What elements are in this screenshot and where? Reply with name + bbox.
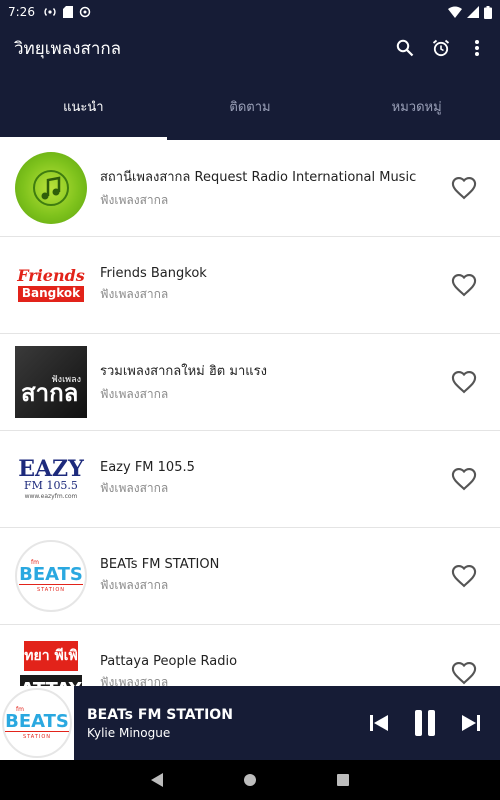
sd-card-icon (62, 6, 73, 18)
status-bar: 7:26 (0, 0, 500, 24)
station-row[interactable]: ฟังเพลง สากล รวมเพลงสากลใหม่ ฮิต มาแรง ฟ… (0, 334, 500, 431)
station-row[interactable]: Friends Bangkok Friends Bangkok ฟังเพลงส… (0, 237, 500, 334)
station-category: ฟังเพลงสากล (100, 578, 169, 592)
station-category: ฟังเพลงสากล (100, 287, 169, 301)
sync-icon (79, 6, 91, 18)
battery-icon (484, 5, 492, 19)
station-row[interactable]: ทยา พีเพิ ATTAY Pattaya People Radio ฟัง… (0, 625, 500, 686)
heart-outline-icon[interactable] (450, 659, 478, 686)
tab-recommended[interactable]: แนะนำ (0, 72, 167, 140)
wifi-icon (448, 6, 462, 18)
tab-bar: แนะนำ ติดตาม หมวดหมู่ (0, 72, 500, 140)
home-icon[interactable] (240, 770, 260, 790)
logo-text: BEATS (5, 711, 69, 732)
system-nav-bar (0, 760, 500, 800)
station-name: Eazy FM 105.5 (100, 460, 195, 475)
tab-following[interactable]: ติดตาม (167, 72, 334, 140)
more-vert-icon[interactable] (466, 37, 488, 59)
station-list: สถานีเพลงสากล Request Radio Internationa… (0, 140, 500, 686)
station-row[interactable]: สถานีเพลงสากล Request Radio Internationa… (0, 140, 500, 237)
back-icon[interactable] (147, 770, 167, 790)
station-category: ฟังเพลงสากล (100, 193, 169, 207)
logo-text: BEATS (19, 564, 83, 585)
pause-icon[interactable] (412, 710, 438, 736)
heart-outline-icon[interactable] (450, 271, 478, 299)
station-logo: ทยา พีเพิ ATTAY (15, 637, 87, 686)
station-name: สถานีเพลงสากล Request Radio Internationa… (100, 170, 417, 185)
station-category: ฟังเพลงสากล (100, 481, 169, 495)
station-category: ฟังเพลงสากล (100, 675, 169, 686)
station-logo: EAZY FM 105.5 www.eazyfm.com (15, 443, 87, 515)
app-bar: วิทยุเพลงสากล (0, 24, 500, 72)
recents-icon[interactable] (333, 770, 353, 790)
search-icon[interactable] (394, 37, 416, 59)
heart-outline-icon[interactable] (450, 368, 478, 396)
tab-categories[interactable]: หมวดหมู่ (333, 72, 500, 140)
logo-text: EAZY (18, 456, 84, 483)
logo-text: FM 105.5 (24, 479, 78, 493)
heart-outline-icon[interactable] (450, 174, 478, 202)
station-row[interactable]: EAZY FM 105.5 www.eazyfm.com Eazy FM 105… (0, 431, 500, 528)
logo-text: ATTAY (20, 675, 82, 686)
skip-next-icon[interactable] (458, 710, 484, 736)
radio-broadcast-icon (44, 8, 56, 16)
station-category: ฟังเพลงสากล (100, 387, 169, 401)
now-playing-logo: fm BEATS STATION (0, 686, 74, 760)
now-playing-title: BEATs FM STATION (87, 706, 233, 723)
station-logo: ฟังเพลง สากล (15, 346, 87, 418)
station-name: Friends Bangkok (100, 266, 207, 281)
logo-text: STATION (36, 587, 66, 593)
status-time: 7:26 (8, 5, 35, 19)
station-name: รวมเพลงสากลใหม่ ฮิต มาแรง (100, 364, 267, 379)
signal-icon (467, 6, 479, 18)
logo-text: สากล (21, 379, 79, 407)
heart-outline-icon[interactable] (450, 562, 478, 590)
now-playing-artist: Kylie Minogue (87, 725, 171, 740)
station-name: BEATs FM STATION (100, 557, 220, 572)
station-logo: fm BEATS STATION (15, 540, 87, 612)
app-title: วิทยุเพลงสากล (14, 38, 122, 59)
now-playing-bar[interactable]: fm BEATS STATION BEATs FM STATION Kylie … (0, 686, 500, 760)
station-row[interactable]: fm BEATS STATION BEATs FM STATION ฟังเพล… (0, 528, 500, 625)
logo-text: Friends (17, 266, 85, 286)
station-logo: Friends Bangkok (15, 249, 87, 321)
logo-text: Bangkok (17, 286, 85, 302)
logo-text: www.eazyfm.com (24, 492, 78, 500)
music-note-icon (33, 170, 69, 206)
skip-previous-icon[interactable] (366, 710, 392, 736)
logo-text: STATION (22, 734, 52, 740)
alarm-icon[interactable] (430, 37, 452, 59)
station-logo (15, 152, 87, 224)
logo-text: ทยา พีเพิ (24, 641, 78, 671)
heart-outline-icon[interactable] (450, 465, 478, 493)
station-name: Pattaya People Radio (100, 654, 238, 669)
